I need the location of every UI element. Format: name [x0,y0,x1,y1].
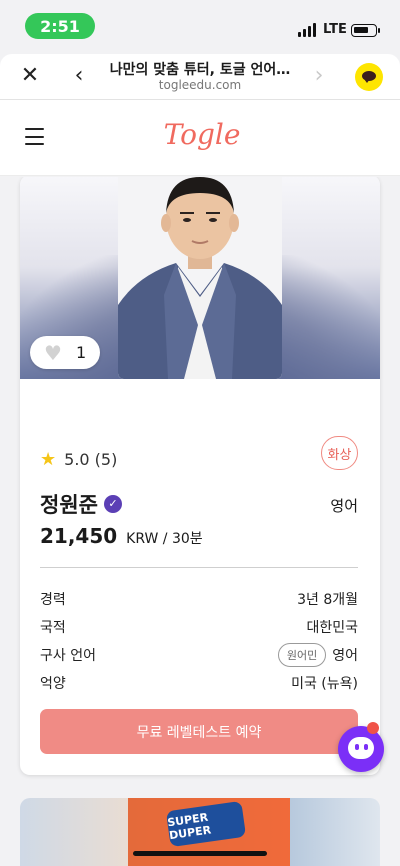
detail-value: 대한민국 [306,620,358,636]
tutor-name-row: 정원준 ✓ [40,489,122,519]
tutor-list[interactable]: ♥ 1 ★ 5.0 (5) 화상 정원준 ✓ 영어 21,450 KRW / 3… [0,177,400,866]
detail-row-language: 구사 언어 원어민 영어 [40,641,358,669]
network-label: LTE [323,22,347,37]
detail-label: 경력 [40,592,66,608]
detail-label: 국적 [40,620,66,636]
star-icon: ★ [40,449,57,470]
browser-url[interactable]: togleedu.com [105,78,295,92]
rating-value: 5.0 (5) [64,450,118,469]
next-card-sign: SUPER DUPER [165,800,247,848]
forward-icon[interactable]: › [308,64,330,88]
divider [40,567,358,568]
browser-toolbar: ✕ ‹ 나만의 맞춤 튜터, 토글 언어… togleedu.com › [0,54,400,100]
native-tag: 원어민 [277,643,327,667]
logo[interactable]: Togle [160,118,244,151]
price-unit: KRW / 30분 [126,531,203,547]
browser-page-title: 나만의 맞춤 튜터, 토글 언어… [109,62,291,78]
detail-list: 경력 3년 8개월 국적 대한민국 구사 언어 원어민 영어 억양 미국 (뉴욕 [40,585,358,697]
rating: ★ 5.0 (5) [40,449,117,470]
chat-icon-eye [364,744,368,750]
tutor-photo [118,177,282,379]
back-icon[interactable]: ‹ [68,64,90,88]
detail-value: 미국 (뉴욕) [291,676,358,692]
tutor-subject: 영어 [330,497,358,515]
like-button[interactable]: ♥ 1 [30,336,100,369]
price: 21,450 KRW / 30분 [40,524,203,548]
verified-icon: ✓ [103,495,122,513]
detail-value: 영어 [332,648,358,664]
lesson-type-badge: 화상 [321,436,358,470]
signal-icon [298,23,316,37]
tutor-info: ★ 5.0 (5) 화상 정원준 ✓ 영어 21,450 KRW / 30분 경… [20,379,380,775]
detail-row-career: 경력 3년 8개월 [40,585,358,613]
battery-icon [351,24,380,37]
close-icon[interactable]: ✕ [18,64,42,88]
detail-row-accent: 억양 미국 (뉴욕) [40,669,358,697]
detail-label: 억양 [40,676,66,692]
detail-value: 3년 8개월 [297,592,358,608]
notification-dot [367,722,379,734]
kakao-share-icon[interactable] [355,63,383,91]
home-indicator [133,851,267,856]
site-header: Togle [0,100,400,176]
tutor-card[interactable]: ♥ 1 ★ 5.0 (5) 화상 정원준 ✓ 영어 21,450 KRW / 3… [20,177,380,775]
detail-label: 구사 언어 [40,648,96,664]
heart-icon: ♥ [44,340,62,365]
detail-row-nationality: 국적 대한민국 [40,613,358,641]
price-value: 21,450 [40,524,118,548]
menu-icon[interactable] [25,128,44,145]
status-bar: 2:51 LTE [0,0,400,54]
chat-fab-button[interactable] [338,726,384,772]
like-count: 1 [76,343,87,362]
status-time: 2:51 [25,13,95,39]
free-level-test-button[interactable]: 무료 레벨테스트 예약 [40,709,358,754]
tutor-name: 정원준 [40,493,98,517]
chat-icon-eye [355,744,359,750]
